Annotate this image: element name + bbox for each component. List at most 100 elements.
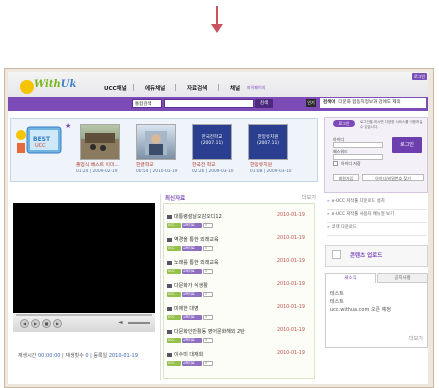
join-button[interactable]: 회원가입 bbox=[333, 174, 359, 181]
video-icon bbox=[167, 214, 172, 219]
nav-ucc[interactable]: UCC채널 bbox=[104, 84, 127, 92]
tag-badge: 교육자료 bbox=[182, 246, 202, 251]
nav-divider bbox=[133, 84, 134, 91]
notice-more-link[interactable]: 더보기 bbox=[409, 335, 423, 342]
list-item[interactable]: 이수미 대재회 2010-01-19 UCC 교육자료 5 bbox=[167, 351, 315, 376]
thumbnail-3-text: 한국전학교 (2007.11) bbox=[200, 135, 224, 146]
divider bbox=[160, 194, 161, 380]
count-badge: 5 bbox=[203, 269, 213, 274]
nav-channel[interactable]: 채널 bbox=[230, 84, 240, 92]
thumbnail-caption[interactable]: 졸업식 베스트 이미... bbox=[76, 161, 128, 168]
count-badge: 5 bbox=[203, 223, 213, 228]
hot-keyword-text: 다문화 합동지정보과 강에도 제의 bbox=[338, 100, 401, 105]
list-item[interactable]: 다문화가 식생활 2010-01-19 UCC 교육자료 5 bbox=[167, 282, 315, 307]
volume-slider[interactable] bbox=[128, 322, 150, 324]
tab-notice[interactable]: 공지사항 bbox=[377, 273, 428, 283]
thumbnail-meta: 00:54 | 2010-01-19 bbox=[136, 169, 178, 174]
nav-mypage[interactable]: 마이페이지 bbox=[247, 85, 265, 91]
date-value: 2010-01-19 bbox=[108, 353, 138, 359]
notice-item[interactable]: ucc.withua.com 오픈 예정 bbox=[330, 306, 391, 313]
item-title: 대통령설날오감오디12 bbox=[174, 214, 222, 220]
bullet-icon: » bbox=[327, 225, 330, 230]
video-icon bbox=[167, 306, 172, 311]
list-item[interactable]: 역경을 통한 외래교육 2010-01-19 UCC 교육자료 5 bbox=[167, 236, 315, 261]
nav-search[interactable]: 자료검색 bbox=[187, 84, 207, 92]
stop-icon[interactable]: ■ bbox=[42, 319, 51, 328]
thumbnail-4-text: 한망유치원 (2007.11) bbox=[256, 135, 280, 146]
password-field[interactable] bbox=[333, 154, 383, 160]
tag-badge: UCC bbox=[167, 223, 181, 228]
views-label: 재생횟수 bbox=[65, 353, 84, 359]
video-player[interactable] bbox=[13, 203, 155, 313]
hot-keyword-box[interactable]: 검색어 다문화 합동지정보과 강에도 제의 bbox=[320, 98, 426, 108]
save-id-label: 아이디 저장 bbox=[341, 161, 361, 166]
thumbnail-caption[interactable]: 한국전 학교 bbox=[192, 161, 244, 168]
item-date: 2010-01-19 bbox=[277, 328, 305, 333]
thumbnail-meta: 01:24 | 2009-02-19 bbox=[76, 169, 118, 174]
video-icon bbox=[167, 237, 172, 242]
login-button[interactable]: 로그인 bbox=[392, 137, 422, 153]
item-title: 다문화가 식생활 bbox=[174, 283, 208, 289]
latest-more-link[interactable]: 더보기 bbox=[302, 194, 316, 201]
link-codec[interactable]: » 코덱 다운로드 bbox=[327, 224, 427, 236]
site-logo[interactable]: WithUk bbox=[20, 78, 80, 96]
item-date: 2010-01-19 bbox=[277, 351, 305, 356]
count-badge: 5 bbox=[203, 338, 213, 343]
bullet-icon: » bbox=[327, 199, 330, 204]
seek-bar[interactable] bbox=[16, 314, 152, 316]
bullet-icon: » bbox=[327, 212, 330, 217]
tab-news[interactable]: 새소식 bbox=[325, 273, 376, 283]
date-label: 등록일 bbox=[93, 353, 108, 359]
thumbnail-1[interactable] bbox=[80, 124, 120, 160]
thumbnail-3[interactable]: 한국전학교 (2007.11) bbox=[192, 124, 232, 160]
tag-badge: UCC bbox=[167, 292, 181, 297]
down-arrow-icon bbox=[211, 6, 223, 33]
nav-divider bbox=[175, 84, 176, 91]
search-category-select[interactable]: 통합검색 bbox=[132, 99, 162, 108]
forward-icon[interactable]: ▶ bbox=[53, 319, 62, 328]
list-item[interactable]: 미에한 대영 2010-01-19 UCC 교육자료 5 bbox=[167, 305, 315, 330]
count-badge: 5 bbox=[203, 246, 213, 251]
count-badge: 5 bbox=[203, 315, 213, 320]
rewind-icon[interactable]: ◀ bbox=[20, 319, 29, 328]
notice-item[interactable]: 테스트 bbox=[330, 290, 344, 297]
link-label: e-UCC 저작툴 다운로드 설치 bbox=[331, 199, 385, 204]
thumbnail-caption[interactable]: 한글학교 bbox=[136, 161, 188, 168]
thumbnail-caption[interactable]: 한망유치원 bbox=[250, 161, 302, 168]
find-account-button[interactable]: 아이디/비밀번호 찾기 bbox=[362, 174, 424, 181]
play-time-label: 재생시간 bbox=[18, 353, 37, 359]
thumbnail-2[interactable] bbox=[136, 124, 176, 160]
item-date: 2010-01-19 bbox=[277, 236, 305, 241]
tag-badge: UCC bbox=[167, 315, 181, 320]
item-title: 노래를 통한 외래교육 bbox=[174, 260, 219, 266]
player-stats: 재생시간 00:00:00 | 재생횟수 0 | 등록일 2010-01-19 bbox=[18, 353, 138, 359]
play-icon[interactable]: ▶ bbox=[31, 319, 40, 328]
star-icon: ★ bbox=[65, 122, 72, 130]
count-badge: 5 bbox=[203, 292, 213, 297]
save-id-checkbox[interactable] bbox=[333, 161, 338, 166]
item-title: 다문화인만활동 영어문화해외 2탄 bbox=[174, 329, 245, 335]
item-title: 역경을 통한 외래교육 bbox=[174, 237, 219, 243]
nav-divider bbox=[218, 84, 219, 91]
list-item[interactable]: 대통령설날오감오디12 2010-01-19 UCC 교육자료 5 bbox=[167, 213, 315, 238]
link-tool-install[interactable]: » e-UCC 저작툴 다운로드 설치 bbox=[327, 198, 427, 210]
list-item[interactable]: 노래를 통한 외래교육 2010-01-19 UCC 교육자료 5 bbox=[167, 259, 315, 284]
search-input[interactable] bbox=[164, 99, 254, 108]
link-tool-manual[interactable]: » e-UCC 저작툴 사용자 매뉴얼 보기 bbox=[327, 211, 427, 223]
id-field[interactable] bbox=[333, 142, 383, 148]
upload-icon bbox=[332, 250, 341, 259]
tv-illustration[interactable]: BEST UCC bbox=[13, 121, 65, 159]
svg-text:UCC: UCC bbox=[35, 143, 46, 149]
hot-keyword-icon: 인기 bbox=[306, 99, 316, 107]
item-title: 미에한 대영 bbox=[174, 306, 199, 312]
nav-edu[interactable]: 에듀채널 bbox=[145, 84, 165, 92]
item-date: 2010-01-19 bbox=[277, 259, 305, 264]
list-item[interactable]: 다문화인만활동 영어문화해외 2탄 2010-01-19 UCC 교육자료 5 bbox=[167, 328, 315, 353]
tag-badge: UCC bbox=[167, 246, 181, 251]
notice-item[interactable]: 테스트 bbox=[330, 298, 344, 305]
top-login-button[interactable]: 로그인 bbox=[412, 73, 427, 80]
thumbnail-4[interactable]: 한망유치원 (2007.11) bbox=[248, 124, 288, 160]
item-date: 2010-01-19 bbox=[277, 305, 305, 310]
search-button[interactable]: 검색 bbox=[255, 99, 273, 108]
volume-icon[interactable]: ◄ bbox=[118, 319, 123, 326]
